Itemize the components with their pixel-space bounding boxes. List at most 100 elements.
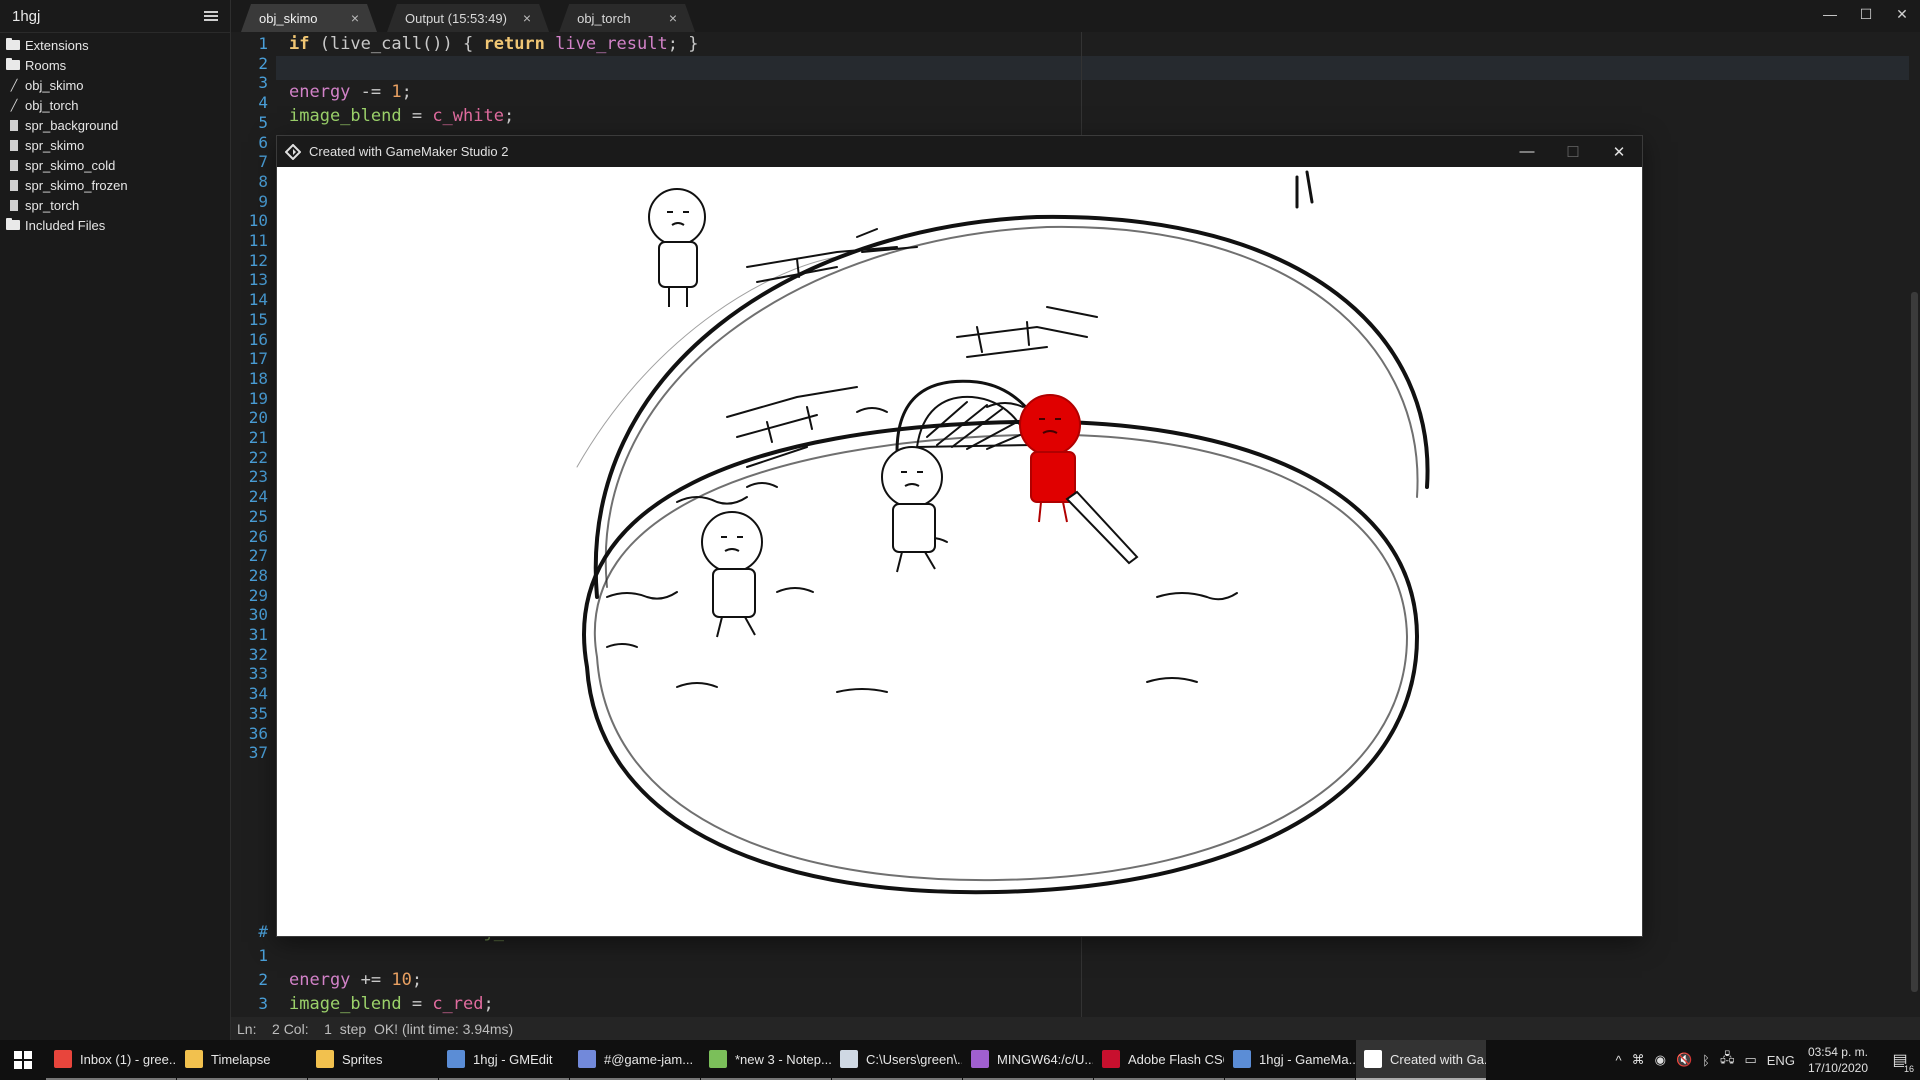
taskbar-app[interactable]: 1hgj - GMEdit	[439, 1040, 569, 1080]
close-icon[interactable]: ×	[335, 10, 359, 26]
line-number: 17	[248, 349, 268, 369]
tree-item-included-files[interactable]: Included Files	[0, 215, 230, 235]
tree-item-obj-torch[interactable]: ╱ obj_torch	[0, 95, 230, 115]
tab-output[interactable]: Output (15:53:49) ×	[387, 4, 549, 32]
network-icon[interactable]: 🖧	[1720, 1049, 1735, 1071]
close-icon[interactable]: ×	[507, 10, 531, 26]
skimo-character	[648, 188, 706, 307]
file-icon	[6, 139, 20, 151]
editor-scrollbar[interactable]	[1909, 32, 1920, 1032]
app-icon	[447, 1050, 465, 1068]
close-button[interactable]: ✕	[1884, 0, 1920, 28]
code-line: if (live_call()) { return live_result; }	[289, 34, 699, 54]
clock-time: 03:54 p. m.	[1807, 1045, 1868, 1059]
taskbar-app[interactable]: Adobe Flash CS6	[1094, 1040, 1224, 1080]
line-number: 35	[248, 703, 268, 723]
file-icon	[6, 159, 20, 171]
app-icon	[316, 1050, 334, 1068]
line-number: 16	[248, 329, 268, 349]
code-line: image_blend = c_white;	[289, 106, 515, 126]
event-marker: #	[258, 922, 268, 941]
line-number: 33	[248, 664, 268, 684]
language-indicator[interactable]: ENG	[1767, 1053, 1795, 1068]
line-number: 5	[258, 112, 268, 132]
taskbar-app[interactable]: Inbox (1) - gree...	[46, 1040, 176, 1080]
taskbar-app[interactable]: Timelapse	[177, 1040, 307, 1080]
tab-bar: obj_skimo × Output (15:53:49) × obj_torc…	[231, 0, 1920, 32]
clock[interactable]: 03:54 p. m. 17/10/2020	[1808, 1044, 1868, 1076]
taskbar-app[interactable]: #@game-jam...	[570, 1040, 700, 1080]
current-line-highlight	[231, 56, 1911, 80]
line-number: 18	[248, 368, 268, 388]
code-line: energy += 10;	[289, 970, 423, 990]
tree-item-extensions[interactable]: Extensions	[0, 35, 230, 55]
taskbar-app-label: MINGW64:/c/U...	[997, 1051, 1093, 1067]
chevron-up-icon[interactable]: ^	[1616, 1053, 1622, 1068]
close-button[interactable]: ✕	[1596, 136, 1642, 167]
taskbar-apps: Inbox (1) - gree... Timelapse Sprites 1hgj …	[46, 1040, 1487, 1080]
igloo-scene	[576, 170, 1430, 895]
tree-item-spr-skimo-frozen[interactable]: spr_skimo_frozen	[0, 175, 230, 195]
game-canvas[interactable]	[277, 167, 1642, 936]
game-window-titlebar[interactable]: Created with GameMaker Studio 2 — ☐ ✕	[277, 136, 1642, 167]
tree-item-spr-torch[interactable]: spr_torch	[0, 195, 230, 215]
taskbar-app-label: C:\Users\green\...	[866, 1051, 962, 1067]
line-number: 9	[258, 191, 268, 211]
battery-icon[interactable]: ▭	[1744, 1052, 1756, 1068]
tab-obj-torch[interactable]: obj_torch ×	[559, 4, 695, 32]
tree-item-label: Included Files	[25, 217, 106, 233]
close-icon[interactable]: ×	[653, 10, 677, 26]
line-number: 30	[248, 605, 268, 625]
scroll-thumb[interactable]	[1911, 292, 1918, 992]
volume-muted-icon[interactable]: 🔇	[1676, 1052, 1692, 1068]
tree-item-label: spr_skimo_frozen	[25, 177, 128, 193]
line-number: 25	[248, 506, 268, 526]
line-number: 2	[258, 970, 268, 989]
tree-item-label: spr_skimo_cold	[25, 157, 116, 173]
taskbar-app[interactable]: 1hgj - GameMa...	[1225, 1040, 1355, 1080]
taskbar-app[interactable]: MINGW64:/c/U...	[963, 1040, 1093, 1080]
tree-item-spr-skimo[interactable]: spr_skimo	[0, 135, 230, 155]
line-number: 22	[248, 447, 268, 467]
game-controller-icon[interactable]: ◉	[1655, 1052, 1666, 1068]
tree-item-spr-skimo-cold[interactable]: spr_skimo_cold	[0, 155, 230, 175]
bluetooth-icon[interactable]: ᛒ	[1702, 1053, 1710, 1068]
taskbar-app-label: Created with Ga...	[1390, 1051, 1486, 1067]
tab-obj-skimo[interactable]: obj_skimo ×	[241, 4, 377, 32]
code-line: energy -= 1;	[289, 82, 412, 102]
taskbar-app[interactable]: C:\Users\green\...	[832, 1040, 962, 1080]
line-number: 6	[258, 132, 268, 152]
file-icon	[6, 119, 20, 131]
maximize-button[interactable]: ☐	[1550, 136, 1596, 167]
line-number: 10	[248, 211, 268, 231]
menu-icon[interactable]	[204, 11, 218, 21]
minimize-button[interactable]: —	[1504, 136, 1550, 167]
line-gutter: 1 2 3 4 5 6 7 8 9 10 11 12 13 14 15 16 17 18 19 20 21 22 23 24 2…	[231, 32, 276, 1032]
taskbar-app[interactable]: Sprites	[308, 1040, 438, 1080]
app-icon	[1102, 1050, 1120, 1068]
tree-item-obj-skimo[interactable]: ╱ obj_skimo	[0, 75, 230, 95]
gamepad-icon[interactable]: ⌘	[1632, 1052, 1645, 1068]
minimize-button[interactable]: —	[1812, 0, 1848, 28]
line-number: 12	[248, 250, 268, 270]
start-button[interactable]	[0, 1040, 46, 1080]
folder-icon	[6, 218, 20, 231]
igloo-bricks-left	[726, 386, 858, 468]
line-number: 14	[248, 290, 268, 310]
game-window-title: Created with GameMaker Studio 2	[309, 144, 509, 159]
taskbar-app-label: Inbox (1) - gree...	[80, 1051, 176, 1067]
notification-center-icon[interactable]: ▤ 16	[1880, 1040, 1920, 1080]
taskbar-app[interactable]: Created with Ga...	[1356, 1040, 1486, 1080]
file-icon	[6, 199, 20, 211]
line-number: 21	[248, 428, 268, 447]
maximize-button[interactable]: ☐	[1848, 0, 1884, 28]
tree-item-rooms[interactable]: Rooms	[0, 55, 230, 75]
code-line: image_blend = c_red;	[289, 994, 494, 1014]
tree-item-label: spr_background	[25, 117, 119, 133]
line-number: 31	[248, 625, 268, 644]
taskbar-app[interactable]: *new 3 - Notep...	[701, 1040, 831, 1080]
taskbar-app-label: 1hgj - GMEdit	[473, 1051, 553, 1067]
tree-item-spr-background[interactable]: spr_background	[0, 115, 230, 135]
line-number: 4	[258, 93, 268, 113]
game-window[interactable]: Created with GameMaker Studio 2 — ☐ ✕	[277, 136, 1642, 936]
